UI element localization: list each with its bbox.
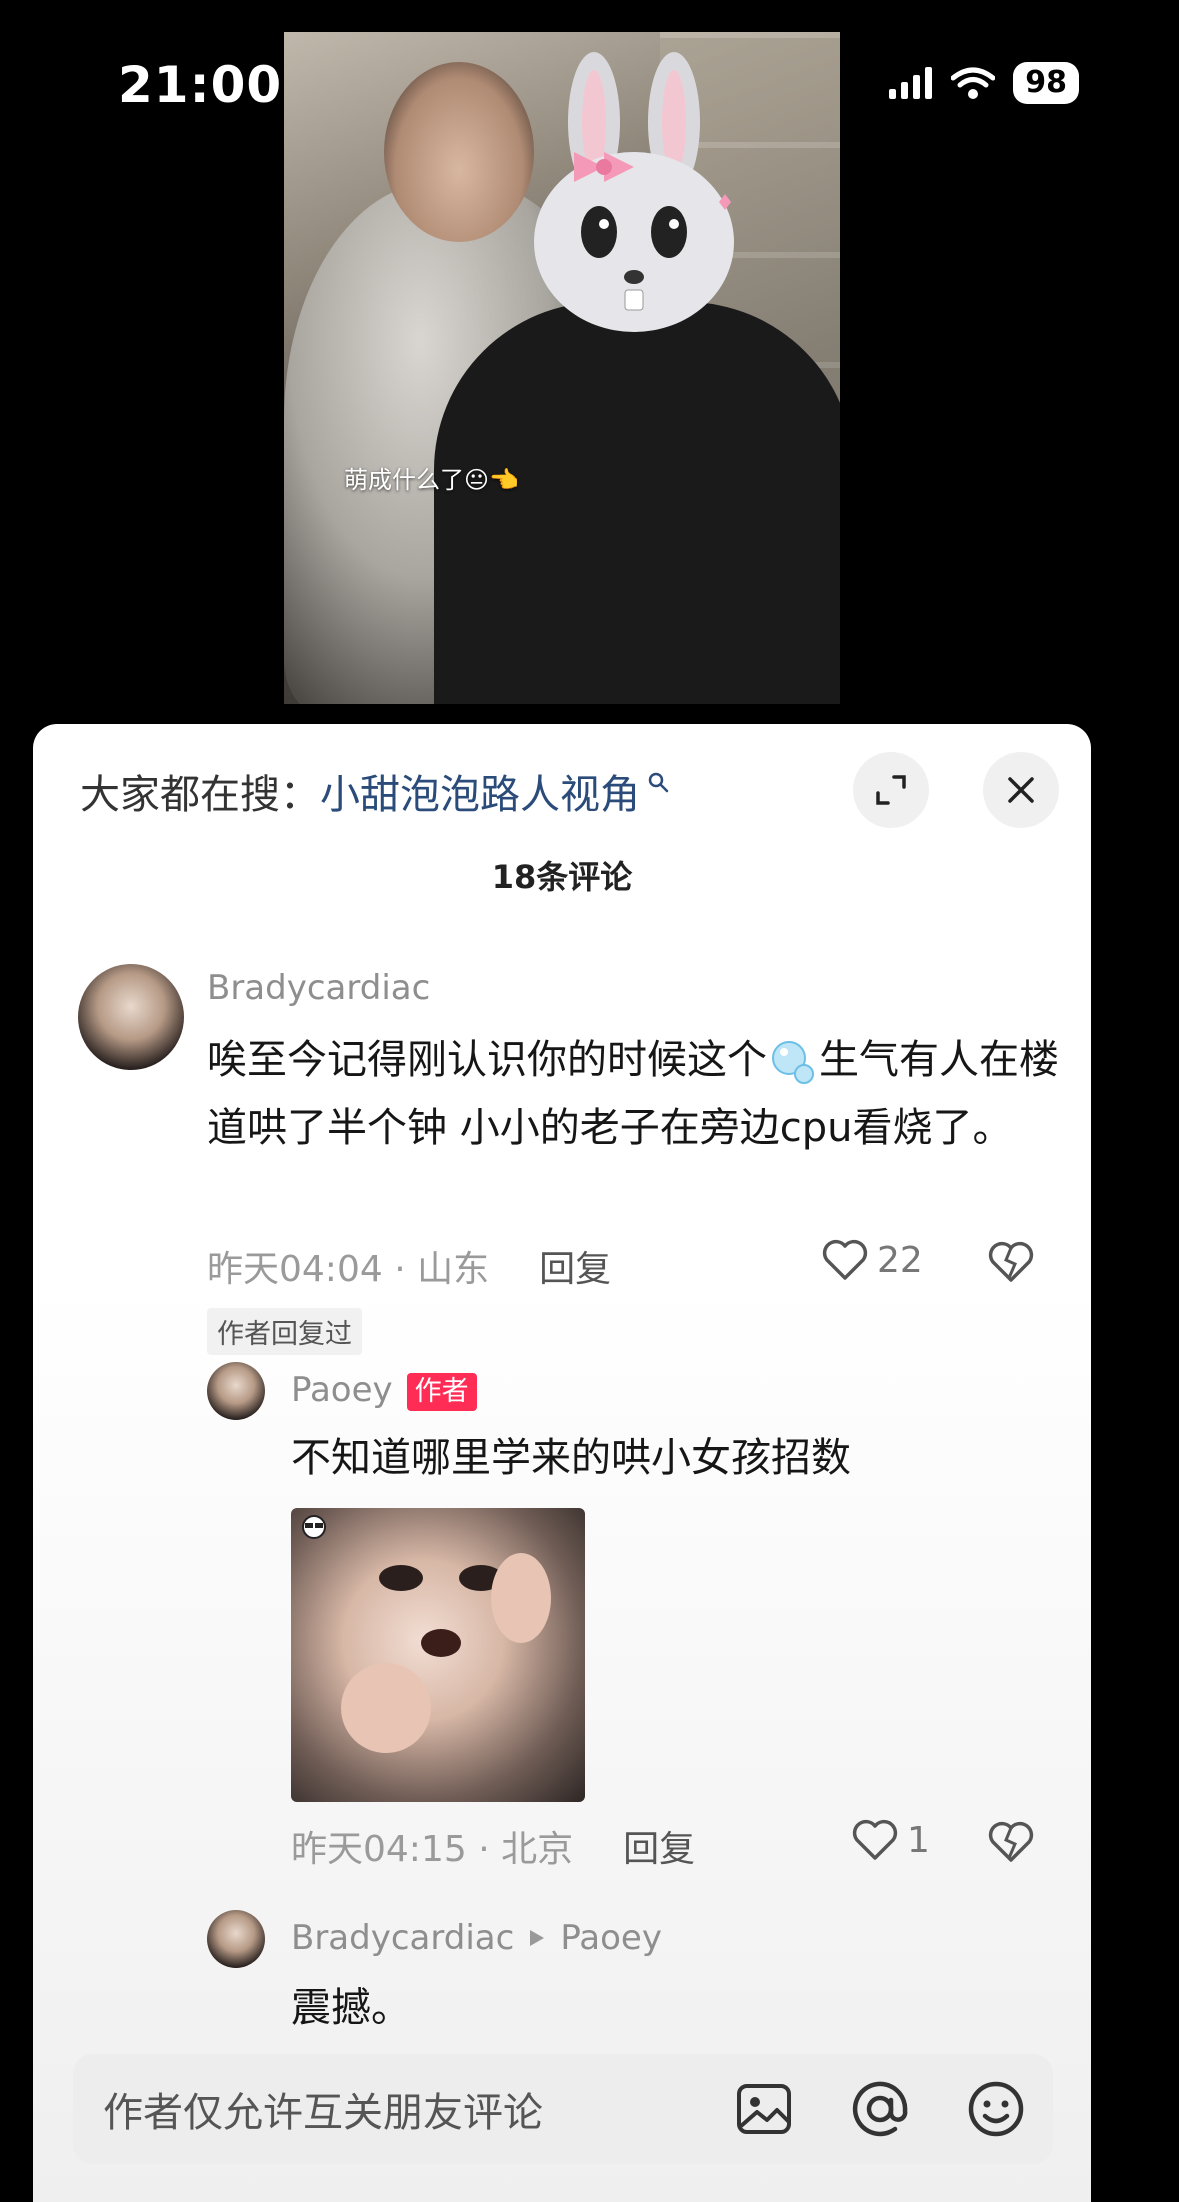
like-count: 1 xyxy=(907,1819,930,1861)
video-caption: 萌成什么了😐👈 xyxy=(344,466,519,494)
reply-button[interactable]: 回复 xyxy=(623,1820,695,1872)
reply-username: Paoey 作者 xyxy=(291,1370,477,1411)
reply-username-text[interactable]: Bradycardiac xyxy=(291,1918,514,1958)
comment-sheet: 大家都在搜： 小甜泡泡路人视角 18条评论 Bradycardiac 唉至今记得… xyxy=(33,724,1091,2202)
reply-time-location: 昨天04:15 · 北京 xyxy=(291,1829,574,1870)
search-icon xyxy=(648,772,669,793)
video-person-head xyxy=(384,62,534,242)
battery-indicator: 98 xyxy=(1013,62,1079,104)
at-icon[interactable] xyxy=(849,2078,911,2140)
sticker-logo-icon xyxy=(302,1515,326,1539)
trending-search-term[interactable]: 小甜泡泡路人视角 xyxy=(320,762,640,820)
broken-heart-icon[interactable] xyxy=(987,1240,1035,1284)
time-text: 21:00 xyxy=(118,56,283,114)
comment-time-location: 昨天04:04 · 山东 xyxy=(207,1249,490,1290)
comment-input-placeholder: 作者仅允许互关朋友评论 xyxy=(103,2090,543,2136)
reply-arrow-icon xyxy=(530,1930,545,1946)
expand-button[interactable] xyxy=(853,752,929,828)
reply-sticker-image[interactable] xyxy=(291,1508,585,1802)
broken-heart-icon[interactable] xyxy=(987,1820,1035,1864)
reply-username: Bradycardiac Paoey xyxy=(291,1918,662,1958)
comment-count-title: 18条评论 xyxy=(491,858,633,896)
emoji-icon[interactable] xyxy=(965,2078,1027,2140)
trending-search-prefix: 大家都在搜： xyxy=(80,772,320,818)
comment-text-part1: 唉至今记得刚认识你的时候这个 xyxy=(207,1037,767,1083)
reply-button[interactable]: 回复 xyxy=(539,1240,611,1292)
wifi-icon xyxy=(951,67,996,99)
avatar[interactable] xyxy=(207,1362,265,1420)
heart-icon xyxy=(822,1239,868,1280)
reply-text: 震撼。 xyxy=(291,1985,411,2031)
video-player[interactable]: 萌成什么了😐👈 xyxy=(284,32,840,704)
video-person-coat xyxy=(434,302,840,704)
heart-icon xyxy=(852,1819,898,1860)
status-bar-right: 98 xyxy=(889,62,1079,104)
close-button[interactable] xyxy=(983,752,1059,828)
bubble-emoji-icon xyxy=(772,1041,814,1084)
author-badge: 作者 xyxy=(406,1372,477,1411)
reply-meta: 昨天04:15 · 北京 回复 xyxy=(291,1820,695,1872)
like-count: 22 xyxy=(877,1239,923,1281)
sticker-child-face xyxy=(341,1553,551,1753)
expand-icon xyxy=(876,775,906,805)
comment-text: 唉至今记得刚认识你的时候这个 生气有人在楼道哄了半个钟 小小的老子在旁边cpu看… xyxy=(207,1026,1087,1162)
signal-icon xyxy=(889,67,933,99)
trending-search-bar[interactable]: 大家都在搜： 小甜泡泡路人视角 xyxy=(80,762,670,820)
reply-username-text[interactable]: Paoey xyxy=(291,1370,393,1410)
like-button[interactable]: 1 xyxy=(851,1818,930,1862)
close-icon xyxy=(1008,777,1034,803)
image-icon[interactable] xyxy=(733,2078,795,2140)
avatar[interactable] xyxy=(78,964,184,1070)
comment-meta: 昨天04:04 · 山东 回复 xyxy=(207,1240,611,1292)
reply-to-username[interactable]: Paoey xyxy=(560,1918,662,1958)
bunny-mask-sticker xyxy=(534,52,734,332)
avatar[interactable] xyxy=(207,1910,265,1968)
like-button[interactable]: 22 xyxy=(821,1238,923,1282)
author-replied-tag[interactable]: 作者回复过 xyxy=(207,1308,362,1355)
reply-text: 不知道哪里学来的哄小女孩招数 xyxy=(291,1435,851,1481)
comment-username[interactable]: Bradycardiac xyxy=(207,968,430,1008)
